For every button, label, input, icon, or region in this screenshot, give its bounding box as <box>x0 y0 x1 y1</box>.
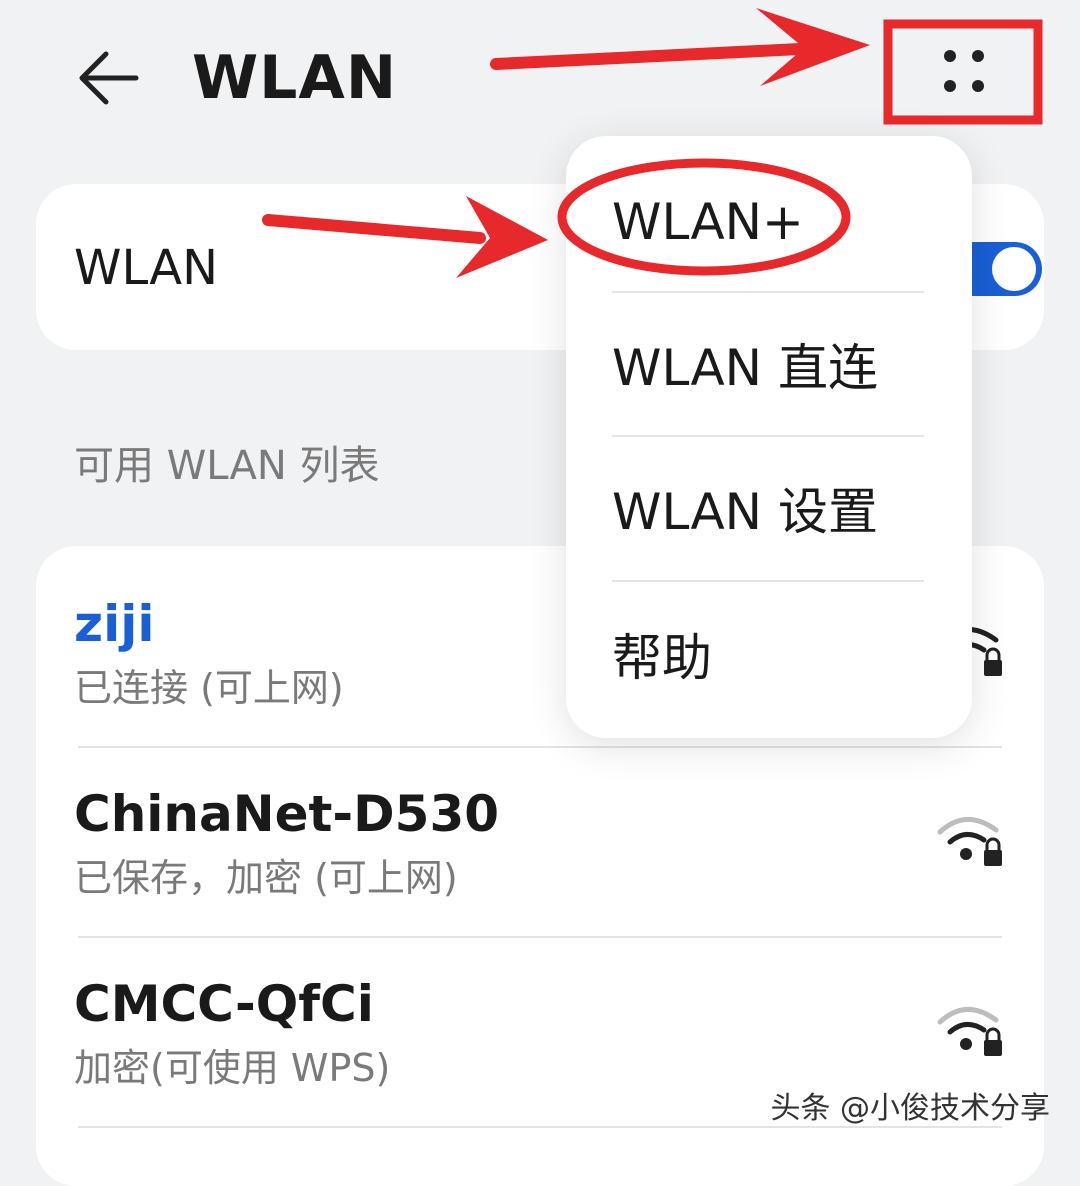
page-title: WLAN <box>192 43 398 113</box>
network-item-cmcc[interactable]: CMCC-QfCi 加密(可使用 WPS) <box>74 972 1040 1094</box>
annotation-arrow-top <box>490 8 870 86</box>
back-button[interactable] <box>70 40 150 120</box>
network-name: ChinaNet-D530 <box>74 785 500 843</box>
watermark: 头条 @小俊技术分享 <box>770 1091 1050 1126</box>
network-item-chinanet[interactable]: ChinaNet-D530 已保存，加密 (可上网) <box>74 782 1040 904</box>
available-networks-heading: 可用 WLAN 列表 <box>74 443 380 489</box>
menu-divider <box>612 580 924 582</box>
menu-item-wlan-settings[interactable]: WLAN 设置 <box>612 482 878 542</box>
divider <box>78 936 1002 938</box>
back-arrow-icon <box>79 51 139 105</box>
wlan-toggle-label: WLAN <box>74 240 219 296</box>
network-name: CMCC-QfCi <box>74 975 374 1033</box>
menu-divider <box>612 435 924 437</box>
wifi-lock-icon <box>936 810 1006 870</box>
network-status: 已保存，加密 (可上网) <box>74 856 458 900</box>
menu-divider <box>612 291 924 293</box>
menu-item-help[interactable]: 帮助 <box>612 628 712 688</box>
wlan-toggle-switch[interactable] <box>926 240 1046 298</box>
more-options-button[interactable] <box>884 22 1042 122</box>
menu-item-wlan-direct[interactable]: WLAN 直连 <box>612 338 878 398</box>
overflow-menu: WLAN+ WLAN 直连 WLAN 设置 帮助 <box>566 136 972 738</box>
divider <box>78 746 1002 748</box>
menu-item-wlan-plus[interactable]: WLAN+ <box>612 192 804 252</box>
wifi-lock-icon <box>936 1000 1006 1060</box>
